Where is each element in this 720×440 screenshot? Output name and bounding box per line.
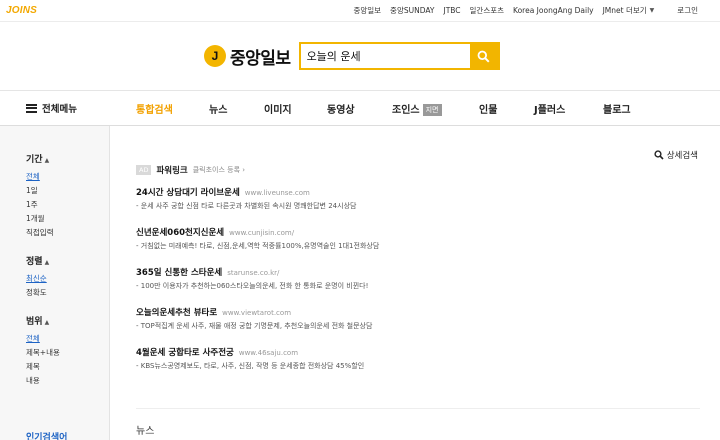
toplink-sunday[interactable]: 중앙SUNDAY — [390, 5, 434, 16]
ad-description: - 거침없는 미래예측! 타로, 신점,운세,역학 적중률100%,유명역술인 … — [136, 242, 380, 250]
powerlink-list: 24시간 상담대기 라이브운세 www.liveunse.com - 운세 사주 … — [136, 186, 720, 371]
top-links: 중앙일보 중앙SUNDAY JTBC 일간스포츠 Korea JoongAng … — [353, 5, 698, 16]
search-button[interactable] — [469, 44, 498, 68]
chevron-up-icon: ▲ — [44, 259, 50, 266]
search-input[interactable] — [300, 44, 470, 68]
detail-search-label: 상세검색 — [666, 151, 698, 161]
scope-option[interactable]: 제목+내용 — [26, 346, 109, 360]
all-menu-label: 전체메뉴 — [42, 104, 77, 115]
search-icon — [477, 50, 490, 63]
joins-logo[interactable]: JOINS — [6, 5, 37, 16]
toplink-ilgan[interactable]: 일간스포츠 — [470, 5, 505, 16]
toplink-jtbc[interactable]: JTBC — [443, 6, 460, 15]
brand-logo[interactable]: J 중앙일보 — [204, 44, 291, 69]
news-section-title: 뉴스 — [136, 426, 155, 437]
detail-search-button[interactable]: 상세검색 — [654, 149, 698, 161]
toplink-more[interactable]: JMnet 더보기 — [603, 5, 647, 16]
sort-option[interactable]: 정확도 — [26, 286, 109, 300]
filter-sort: 정렬 ▲ 최신순 정확도 — [26, 254, 109, 300]
ad-title[interactable]: 신년운세060천지신운세 — [136, 228, 224, 238]
period-option[interactable]: 직접입력 — [26, 226, 109, 240]
ad-item: 24시간 상담대기 라이브운세 www.liveunse.com - 운세 사주 … — [136, 186, 720, 211]
toplink-daily[interactable]: Korea JoongAng Daily — [513, 6, 594, 15]
filter-sort-title[interactable]: 정렬 ▲ — [26, 254, 109, 267]
sort-option[interactable]: 최신순 — [26, 272, 109, 286]
filter-scope: 범위 ▲ 전체 제목+내용 제목 내용 — [26, 314, 109, 388]
scope-option[interactable]: 제목 — [26, 360, 109, 374]
period-option[interactable]: 1주 — [26, 198, 109, 212]
ad-title[interactable]: 24시간 상담대기 라이브운세 — [136, 188, 240, 198]
period-option[interactable]: 1일 — [26, 184, 109, 198]
ad-url[interactable]: www.liveunse.com — [245, 189, 310, 197]
ad-url[interactable]: www.viewtarot.com — [222, 309, 291, 317]
ad-description: - 운세 사주 궁합 신점 타로 다른곳과 차별화된 속시원 명쾌한답변 24시… — [136, 202, 357, 210]
ad-description: - KBS뉴스공영제보도, 타로, 사주, 신점, 작명 등 운세종합 전화상담… — [136, 362, 365, 370]
filter-sidebar: 기간 ▲ 전체 1일 1주 1개월 직접입력 정렬 ▲ 최신순 정확도 범위 ▲ 전체… — [0, 126, 110, 440]
ad-item: 365일 신통한 스타운세 starunse.co.kr/ - 100만 이용자가… — [136, 266, 720, 291]
ad-description: - 100만 이용자가 추천하는060스타오늘의운세, 전화 한 통화로 운명이… — [136, 282, 369, 290]
scope-option[interactable]: 전체 — [26, 332, 109, 346]
ad-badge: AD — [136, 165, 152, 175]
tab-images[interactable]: 이미지 — [264, 101, 292, 116]
tab-joins[interactable]: 조인스 지면 — [392, 101, 442, 116]
scope-option[interactable]: 내용 — [26, 374, 109, 388]
login-link[interactable]: 로그인 — [677, 5, 698, 16]
tab-jplus[interactable]: J플러스 — [534, 101, 565, 116]
chevron-up-icon: ▲ — [44, 319, 50, 326]
ad-description: - TOP적집계 운세 사주, 재물 애정 궁합 기명문제, 추천오늘의운세 전… — [136, 322, 373, 330]
ad-title[interactable]: 4월운세 궁합타로 사주전궁 — [136, 348, 234, 358]
popular-keywords-title[interactable]: 인기검색어 — [26, 430, 67, 440]
filter-scope-title[interactable]: 범위 ▲ — [26, 314, 109, 327]
tab-blog[interactable]: 블로그 — [603, 101, 631, 116]
filter-period: 기간 ▲ 전체 1일 1주 1개월 직접입력 — [26, 152, 109, 240]
hamburger-icon — [26, 103, 37, 113]
results-main: 상세검색 AD 파워링크 클릭초이스 등록 › 24시간 상담대기 라이브운세 w… — [110, 126, 720, 440]
ad-url[interactable]: www.46saju.com — [239, 349, 298, 357]
ad-item: 4월운세 궁합타로 사주전궁 www.46saju.com - KBS뉴스공영제보… — [136, 346, 720, 371]
tab-news[interactable]: 뉴스 — [209, 101, 227, 116]
filter-period-title[interactable]: 기간 ▲ — [26, 152, 109, 165]
ad-item: 신년운세060천지신운세 www.cunjisin.com/ - 거침없는 미래예… — [136, 226, 720, 251]
ad-title[interactable]: 오늘의운세추천 뷰타로 — [136, 308, 217, 318]
tab-joins-badge: 지면 — [422, 103, 442, 116]
tab-integrated[interactable]: 통합검색 — [136, 101, 173, 116]
header: J 중앙일보 — [0, 22, 720, 90]
chevron-up-icon: ▲ — [44, 157, 50, 164]
tab-people[interactable]: 인물 — [479, 101, 497, 116]
search-icon — [654, 150, 664, 160]
tab-video[interactable]: 동영상 — [327, 101, 355, 116]
period-option[interactable]: 전체 — [26, 170, 109, 184]
brand-mark-icon: J — [204, 45, 226, 67]
ad-url[interactable]: starunse.co.kr/ — [227, 269, 279, 277]
ad-url[interactable]: www.cunjisin.com/ — [229, 229, 294, 237]
ad-item: 오늘의운세추천 뷰타로 www.viewtarot.com - TOP적집계 운세… — [136, 306, 720, 331]
search-box — [298, 42, 500, 70]
top-bar: JOINS 중앙일보 중앙SUNDAY JTBC 일간스포츠 Korea Joo… — [0, 0, 720, 22]
brand-name: 중앙일보 — [230, 48, 291, 69]
content-area: 기간 ▲ 전체 1일 1주 1개월 직접입력 정렬 ▲ 최신순 정확도 범위 ▲ 전체… — [0, 126, 720, 440]
chevron-down-icon: ▼ — [649, 7, 655, 14]
main-nav: 전체메뉴 통합검색 뉴스 이미지 동영상 조인스 지면 인물 J플러스 블로그 — [0, 90, 720, 126]
powerlink-header: AD 파워링크 클릭초이스 등록 › — [136, 164, 720, 176]
powerlink-title: 파워링크 — [156, 166, 188, 176]
period-option[interactable]: 1개월 — [26, 212, 109, 226]
ad-title[interactable]: 365일 신통한 스타운세 — [136, 268, 222, 278]
section-divider — [136, 408, 700, 409]
tab-joins-label: 조인스 — [392, 104, 420, 116]
clickchoice-register-link[interactable]: 클릭초이스 등록 › — [193, 165, 245, 175]
toplink-joongang[interactable]: 중앙일보 — [353, 5, 381, 16]
all-menu-button[interactable]: 전체메뉴 — [26, 101, 77, 115]
